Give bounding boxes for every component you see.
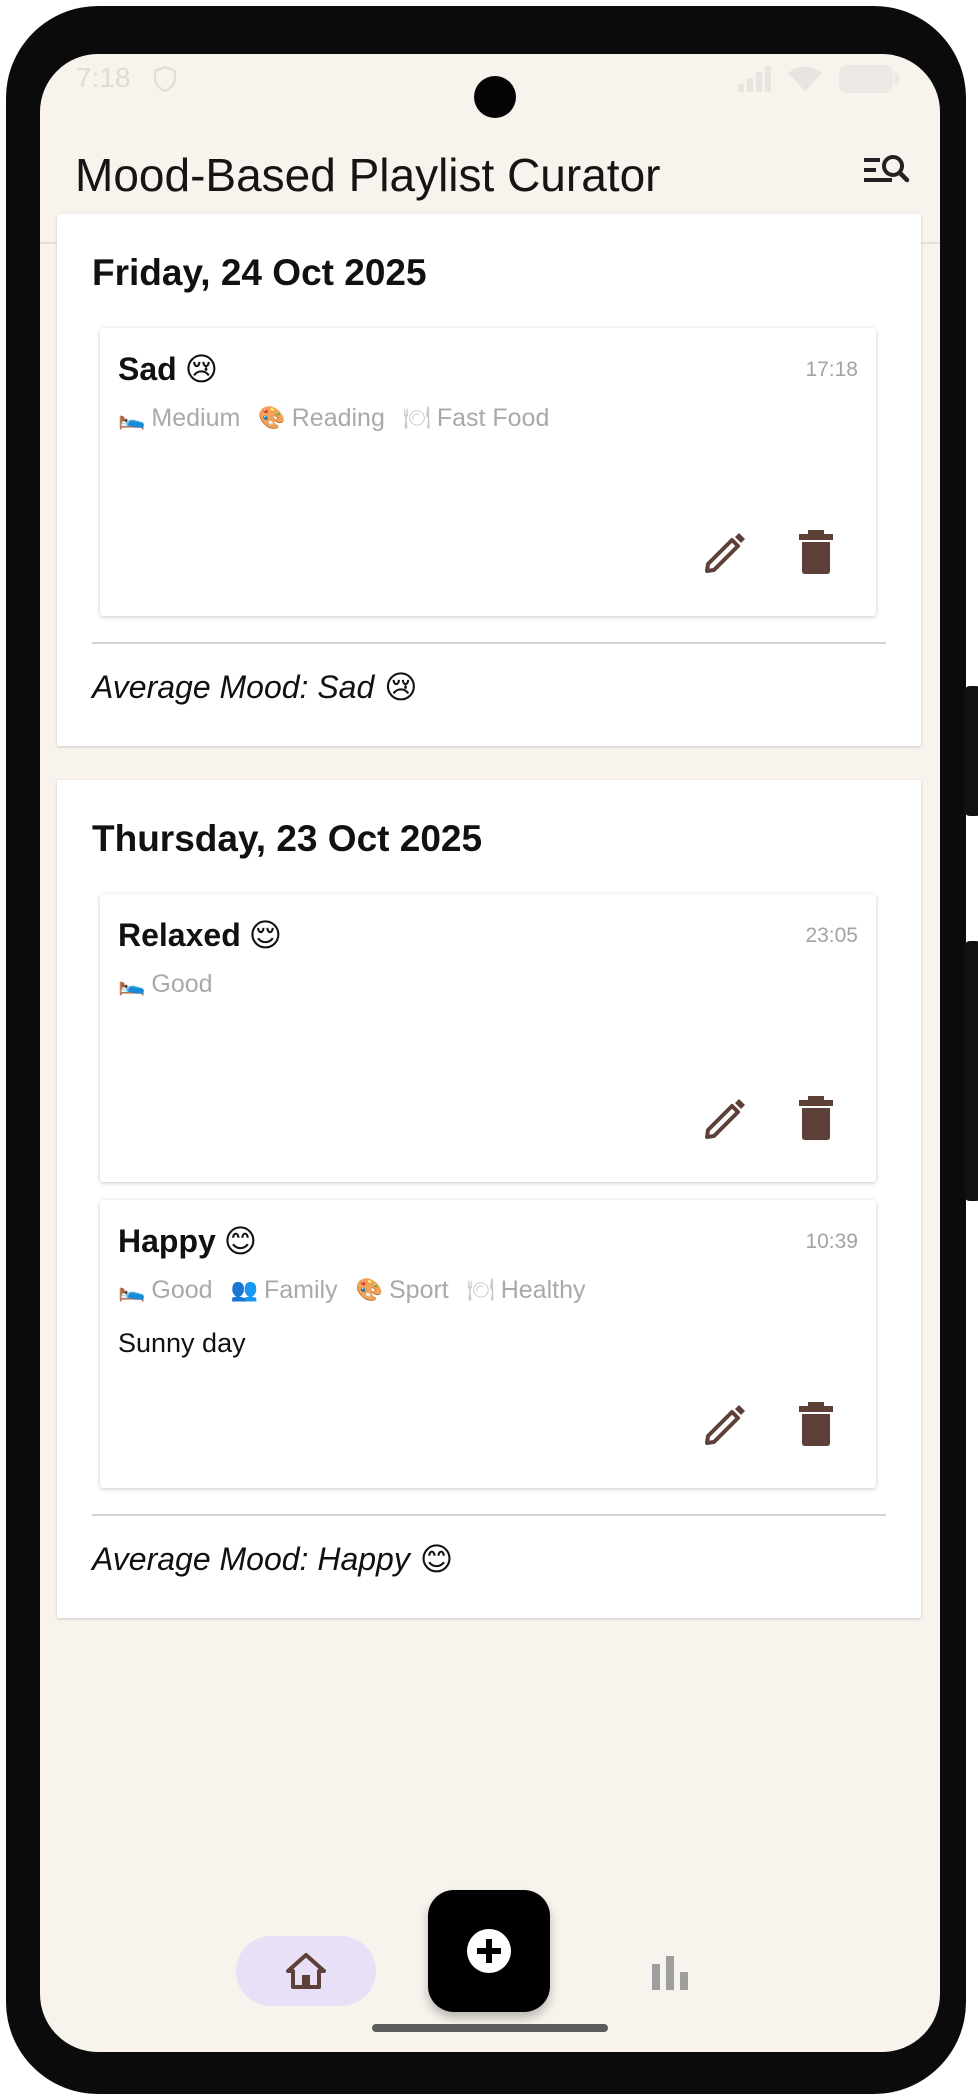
mood-emoji: 😢 [184,350,219,388]
pencil-icon [705,1405,745,1445]
tag-sleep: 🛌 Good [118,970,213,999]
day-card: Thursday, 23 Oct 2025 Relaxed 😌 23:05 🛌 … [57,780,921,1618]
tag-label: Good [151,970,213,998]
mood-entry-card[interactable]: Happy 😊 10:39 🛌 Good 👥 Family 🎨 Sport 🍽 … [100,1200,876,1488]
tag-food: 🍽 Fast Food [403,404,550,433]
average-mood: Average Mood: Sad 😢 [92,668,418,706]
tag-social: 👥 Family [231,1276,338,1305]
divider [92,1514,886,1516]
average-mood-label: Average Mood: Happy [92,1540,410,1577]
mood-emoji: 😊 [223,1222,258,1260]
mood-title: Relaxed 😌 [118,916,282,954]
volume-button [964,686,978,816]
home-icon [286,1953,326,1989]
tag-label: Sport [389,1276,449,1304]
mood-title: Sad 😢 [118,350,218,388]
tag-label: Family [263,1276,338,1304]
entry-time: 17:18 [805,358,858,381]
tag-hobby: 🎨 Reading [258,404,385,433]
palette-icon: 🎨 [258,406,286,431]
pencil-icon [705,533,745,573]
power-button [964,941,978,1201]
edit-button[interactable] [702,1400,750,1448]
palette-icon: 🎨 [355,1278,383,1303]
home-indicator[interactable] [372,2024,608,2032]
mood-label: Relaxed [118,916,241,953]
battery-icon [839,65,899,93]
mood-title: Happy 😊 [118,1222,257,1260]
average-mood-emoji: 😢 [384,668,418,706]
entry-tags: 🛌 Good [118,970,213,999]
shield-icon [154,66,176,92]
divider [92,642,886,644]
mood-entry-card[interactable]: Relaxed 😌 23:05 🛌 Good [100,894,876,1182]
tag-sleep: 🛌 Good [118,1276,213,1305]
delete-button[interactable] [798,1400,834,1448]
day-title: Friday, 24 Oct 2025 [92,252,427,293]
edit-button[interactable] [702,1094,750,1142]
day-card: Friday, 24 Oct 2025 Sad 😢 17:18 🛌 Medium… [57,214,921,746]
trash-icon [799,1402,833,1446]
entry-tags: 🛌 Good 👥 Family 🎨 Sport 🍽 Healthy [118,1276,585,1305]
entry-time: 23:05 [805,924,858,947]
delete-button[interactable] [798,528,834,576]
entry-note: Sunny day [118,1328,246,1358]
add-entry-fab[interactable] [428,1890,550,2012]
tag-hobby: 🎨 Sport [356,1276,449,1305]
plate-icon: 🍽 [402,406,431,431]
day-title: Thursday, 23 Oct 2025 [92,818,483,859]
nav-home-button[interactable] [236,1936,376,2006]
tag-label: Medium [151,404,241,432]
tag-label: Fast Food [436,404,550,432]
average-mood-emoji: 😊 [419,1540,454,1578]
tag-sleep: 🛌 Medium [118,404,240,433]
people-icon: 👥 [230,1278,258,1303]
edit-button[interactable] [702,528,750,576]
mood-label: Happy [118,1222,216,1259]
bed-icon: 🛌 [118,1278,146,1303]
app-screen: 7:18 Mood-Based Playlist Curator Friday,… [40,54,940,2052]
delete-button[interactable] [798,1094,834,1142]
trash-icon [799,1096,833,1140]
plate-icon: 🍽 [466,1278,495,1303]
tag-food: 🍽 Healthy [467,1276,586,1305]
bar-chart-icon[interactable] [650,1954,690,1990]
app-title: Mood-Based Playlist Curator [75,149,661,201]
tag-label: Healthy [500,1276,586,1304]
wifi-icon [788,66,822,91]
bottom-nav [40,1844,940,2012]
tag-label: Reading [291,404,385,432]
manage-search-icon[interactable] [862,152,910,192]
bed-icon: 🛌 [118,972,146,997]
signal-icon [738,66,771,92]
pencil-icon [705,1099,745,1139]
phone-frame: 7:18 Mood-Based Playlist Curator Friday,… [6,6,978,2094]
bed-icon: 🛌 [118,406,146,431]
mood-label: Sad [118,350,177,387]
status-icons [738,64,900,94]
mood-emoji: 😌 [248,916,283,954]
status-time: 7:18 [76,62,131,93]
average-mood-label: Average Mood: Sad [92,668,375,705]
trash-icon [799,530,833,574]
mood-entry-card[interactable]: Sad 😢 17:18 🛌 Medium 🎨 Reading 🍽 Fast Fo… [100,328,876,616]
entry-time: 10:39 [805,1230,858,1253]
average-mood: Average Mood: Happy 😊 [92,1540,453,1578]
add-icon [467,1929,511,1973]
entry-tags: 🛌 Medium 🎨 Reading 🍽 Fast Food [118,404,549,433]
tag-label: Good [151,1276,213,1304]
